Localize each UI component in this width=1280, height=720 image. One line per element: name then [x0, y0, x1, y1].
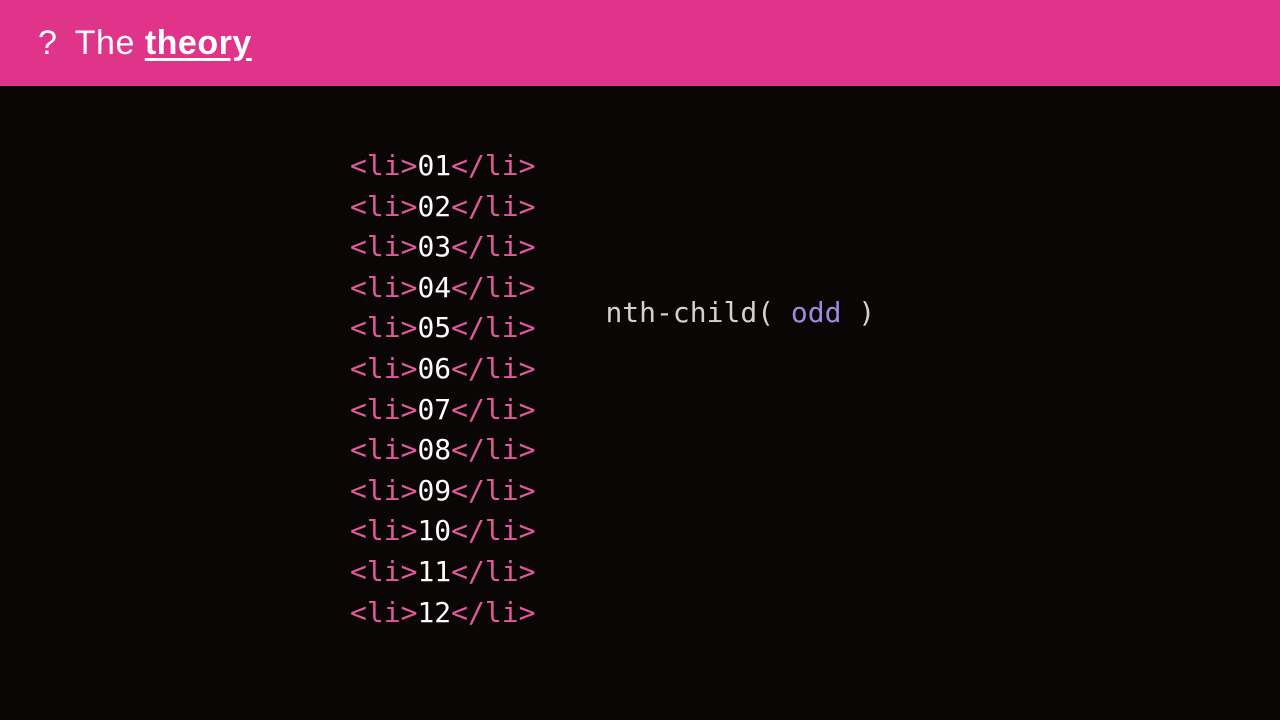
- code-line: <li>01</li>: [350, 146, 535, 187]
- item-number: 09: [417, 474, 451, 507]
- code-line: <li>08</li>: [350, 430, 535, 471]
- code-list: <li>01</li><li>02</li><li>03</li><li>04<…: [350, 146, 535, 633]
- open-tag: <li>: [350, 149, 417, 182]
- selector-function-close: ): [841, 296, 875, 329]
- code-line: <li>10</li>: [350, 511, 535, 552]
- code-line: <li>07</li>: [350, 390, 535, 431]
- close-tag: </li>: [451, 352, 535, 385]
- selector-argument: odd: [791, 296, 842, 329]
- item-number: 08: [417, 433, 451, 466]
- open-tag: <li>: [350, 311, 417, 344]
- item-number: 05: [417, 311, 451, 344]
- css-selector: nth-child( odd ): [605, 296, 875, 329]
- open-tag: <li>: [350, 190, 417, 223]
- open-tag: <li>: [350, 514, 417, 547]
- item-number: 03: [417, 230, 451, 263]
- open-tag: <li>: [350, 474, 417, 507]
- close-tag: </li>: [451, 149, 535, 182]
- slide-header: ? The theory: [0, 0, 1280, 86]
- close-tag: </li>: [451, 474, 535, 507]
- selector-function-open: nth-child(: [605, 296, 790, 329]
- code-line: <li>09</li>: [350, 471, 535, 512]
- close-tag: </li>: [451, 190, 535, 223]
- item-number: 04: [417, 271, 451, 304]
- open-tag: <li>: [350, 271, 417, 304]
- open-tag: <li>: [350, 393, 417, 426]
- open-tag: <li>: [350, 433, 417, 466]
- item-number: 01: [417, 149, 451, 182]
- slide-content: <li>01</li><li>02</li><li>03</li><li>04<…: [0, 86, 1280, 633]
- code-line: <li>05</li>: [350, 308, 535, 349]
- open-tag: <li>: [350, 352, 417, 385]
- slide-title: ? The theory: [38, 24, 252, 63]
- item-number: 10: [417, 514, 451, 547]
- title-word-theory: theory: [145, 24, 252, 62]
- close-tag: </li>: [451, 311, 535, 344]
- item-number: 12: [417, 596, 451, 629]
- code-line: <li>04</li>: [350, 268, 535, 309]
- item-number: 06: [417, 352, 451, 385]
- close-tag: </li>: [451, 271, 535, 304]
- close-tag: </li>: [451, 555, 535, 588]
- close-tag: </li>: [451, 230, 535, 263]
- open-tag: <li>: [350, 596, 417, 629]
- close-tag: </li>: [451, 596, 535, 629]
- code-line: <li>06</li>: [350, 349, 535, 390]
- code-line: <li>02</li>: [350, 187, 535, 228]
- item-number: 02: [417, 190, 451, 223]
- code-line: <li>11</li>: [350, 552, 535, 593]
- title-question-mark: ?: [38, 24, 57, 62]
- close-tag: </li>: [451, 433, 535, 466]
- item-number: 11: [417, 555, 451, 588]
- item-number: 07: [417, 393, 451, 426]
- close-tag: </li>: [451, 393, 535, 426]
- code-line: <li>03</li>: [350, 227, 535, 268]
- close-tag: </li>: [451, 514, 535, 547]
- title-word-the: The: [75, 24, 135, 62]
- open-tag: <li>: [350, 230, 417, 263]
- code-line: <li>12</li>: [350, 593, 535, 634]
- open-tag: <li>: [350, 555, 417, 588]
